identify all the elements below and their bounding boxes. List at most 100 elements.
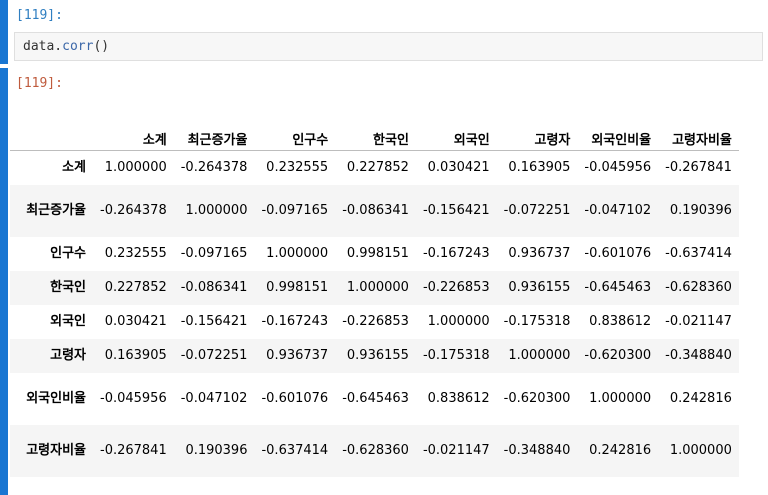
table-cell: -0.047102 [180,391,248,406]
column-header: 고령자비율 [658,100,739,151]
table-cell: 0.936155 [346,348,409,363]
row-label: 최근증가율 [26,203,86,218]
table-cell: -0.628360 [665,280,732,295]
column-header: 외국인 [415,100,497,151]
row-label: 소계 [62,160,86,176]
column-header: 고령자 [496,100,578,151]
row-label: 외국인 [50,314,86,329]
table-cell: 0.838612 [427,391,490,406]
table-cell: -0.156421 [180,314,248,329]
table-cell: 0.838612 [589,314,652,329]
table-cell: 0.227852 [346,160,409,176]
code-line: data.corr() [23,39,109,55]
table-cell: -0.097165 [261,203,329,218]
table-cell: -0.348840 [665,348,732,363]
column-header: 외국인비율 [577,100,659,151]
table-cell: 0.190396 [669,203,732,218]
input-cell[interactable]: [119]: data.corr() [0,0,768,64]
table-cell: 0.242816 [669,391,732,406]
table-row: 소계 1.000000 -0.264378 0.232555 0.227852 … [10,151,739,185]
table-cell: -0.620300 [584,348,652,363]
table-row: 고령자비율 -0.267841 0.190396 -0.637414 -0.62… [10,424,739,477]
table-cell: 0.998151 [346,246,409,261]
table-cell: -0.226853 [422,280,490,295]
table-cell: -0.645463 [342,391,409,406]
column-header: 소계 [93,100,174,151]
table-cell: 1.000000 [104,160,167,176]
table-row: 고령자 0.163905 -0.072251 0.936737 0.936155… [10,338,739,373]
table-cell: 0.163905 [508,160,571,176]
table-cell: 0.163905 [104,348,167,363]
header-row: 소계 최근증가율 인구수 한국인 외국인 고령자 외국인비율 고령자비율 [10,100,739,151]
table-cell: 0.232555 [266,160,329,176]
table-cell: 0.030421 [427,160,490,176]
row-label: 외국인비율 [26,391,86,406]
index-header [10,100,93,151]
code-object: data. [23,39,63,54]
code-editor[interactable]: data.corr() [14,32,763,61]
column-header: 인구수 [254,100,336,151]
code-args: () [93,39,110,54]
table-cell: -0.601076 [584,246,652,261]
table-cell: 0.936737 [508,246,571,261]
table-row: 인구수 0.232555 -0.097165 1.000000 0.998151… [10,237,739,271]
code-function: corr [62,39,94,54]
table-row: 외국인 0.030421 -0.156421 -0.167243 -0.2268… [10,305,739,339]
table-cell: 1.000000 [508,348,571,363]
table-cell: 0.030421 [104,314,167,329]
table-cell: -0.264378 [180,160,248,176]
table-cell: 1.000000 [427,314,490,329]
table-cell: -0.045956 [100,391,167,406]
table-cell: -0.267841 [100,443,167,458]
table-cell: -0.264378 [100,203,167,218]
table-row: 한국인 0.227852 -0.086341 0.998151 1.000000… [10,270,739,305]
table-cell: 0.936737 [266,348,329,363]
correlation-table: 소계 최근증가율 인구수 한국인 외국인 고령자 외국인비율 고령자비율 소계 … [10,100,739,477]
output-collapse-bar[interactable] [0,68,8,495]
table-cell: 1.000000 [589,391,652,406]
table-cell: -0.645463 [584,280,652,295]
table-cell: -0.086341 [180,280,248,295]
table-cell: 0.227852 [104,280,167,295]
table-row: 최근증가율 -0.264378 1.000000 -0.097165 -0.08… [10,184,739,237]
active-cell-indicator[interactable] [0,0,8,64]
output-prompt: [119]: [16,76,63,91]
row-label: 고령자 [50,348,86,363]
table-cell: -0.175318 [503,314,571,329]
row-label: 인구수 [50,246,86,261]
table-cell: -0.167243 [261,314,329,329]
table-cell: -0.267841 [665,160,732,176]
table-cell: -0.175318 [422,348,490,363]
table-cell: 0.936155 [508,280,571,295]
table-cell: -0.072251 [180,348,248,363]
table-cell: 1.000000 [346,280,409,295]
column-header: 최근증가율 [173,100,255,151]
table-cell: 0.190396 [185,443,248,458]
table-cell: -0.047102 [584,203,652,218]
table-cell: -0.637414 [261,443,329,458]
table-cell: -0.086341 [342,203,409,218]
table-cell: -0.167243 [422,246,490,261]
table-row: 외국인비율 -0.045956 -0.047102 -0.601076 -0.6… [10,373,739,425]
table-cell: -0.156421 [422,203,490,218]
table-cell: 1.000000 [669,443,732,458]
table-cell: -0.348840 [503,443,571,458]
table-cell: -0.097165 [180,246,248,261]
table-cell: -0.021147 [665,314,732,329]
table-cell: -0.637414 [665,246,732,261]
table-cell: 1.000000 [266,246,329,261]
table-cell: 1.000000 [185,203,248,218]
table-cell: -0.226853 [342,314,409,329]
table-cell: -0.620300 [503,391,571,406]
table-cell: 0.232555 [104,246,167,261]
table-cell: -0.021147 [422,443,490,458]
input-prompt: [119]: [16,8,63,23]
row-label: 한국인 [50,280,86,295]
row-label: 고령자비율 [26,443,86,458]
column-header: 한국인 [335,100,416,151]
table-cell: 0.242816 [589,443,652,458]
table-cell: -0.628360 [342,443,409,458]
table-cell: -0.072251 [503,203,571,218]
table-cell: -0.601076 [261,391,329,406]
table-cell: -0.045956 [584,160,652,176]
